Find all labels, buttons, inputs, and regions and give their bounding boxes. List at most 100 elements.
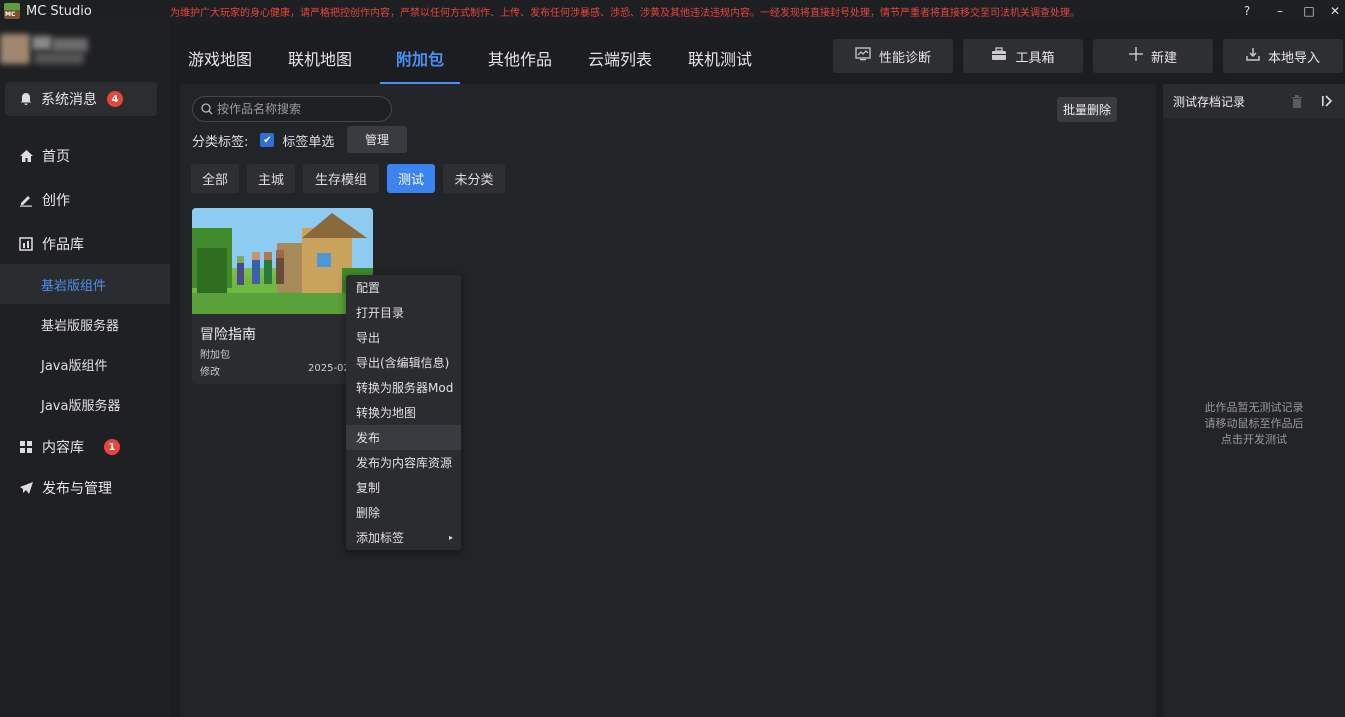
- tab-cloud-list[interactable]: 云端列表: [588, 46, 652, 70]
- menu-item-publish[interactable]: 发布: [346, 425, 461, 450]
- top-nav: 游戏地图 联机地图 附加包 其他作品 云端列表 联机测试 性能诊断 工具箱 新建…: [170, 22, 1345, 84]
- menu-item-open-folder[interactable]: 打开目录: [346, 300, 461, 325]
- system-message-label: 系统消息: [41, 92, 97, 108]
- sidebar-item-label: 作品库: [42, 237, 84, 253]
- sidebar-item-bedrock-server[interactable]: 基岩版服务器: [0, 304, 170, 344]
- work-title: 冒险指南: [200, 327, 256, 343]
- submenu-arrow-icon: ▸: [448, 533, 453, 542]
- search-box[interactable]: [192, 96, 392, 122]
- collapse-panel-icon[interactable]: [1317, 92, 1337, 110]
- menu-item-label: 导出: [356, 331, 381, 345]
- menu-item-export[interactable]: 导出: [346, 325, 461, 350]
- help-button[interactable]: ?: [1230, 0, 1264, 22]
- tab-addon[interactable]: 附加包: [396, 46, 444, 70]
- close-icon: ✕: [1329, 4, 1341, 18]
- sidebar-item-java-server[interactable]: Java版服务器: [0, 384, 170, 424]
- sidebar-item-home[interactable]: 首页: [0, 136, 170, 176]
- send-icon: [18, 480, 34, 496]
- menu-item-export-with-info[interactable]: 导出(含编辑信息): [346, 350, 461, 375]
- menu-item-label: 转换为服务器Mod: [356, 381, 454, 395]
- grid-icon: [18, 439, 34, 455]
- sidebar-item-java-addon[interactable]: Java版组件: [0, 344, 170, 384]
- empty-state-text: 此作品暂无测试记录 请移动鼠标至作品后 点击开发测试: [1163, 400, 1345, 448]
- toolbox-button[interactable]: 工具箱: [963, 39, 1083, 73]
- menu-item-convert-server-mod[interactable]: 转换为服务器Mod: [346, 375, 461, 400]
- sidebar-item-create[interactable]: 创作: [0, 180, 170, 220]
- menu-item-publish-content-library[interactable]: 发布为内容库资源: [346, 450, 461, 475]
- sidebar-item-label: 发布与管理: [42, 481, 112, 497]
- new-button[interactable]: 新建: [1093, 39, 1213, 73]
- category-label: 分类标签:: [192, 134, 249, 150]
- local-import-label: 本地导入: [1267, 50, 1320, 66]
- single-select-checkbox[interactable]: ✔: [260, 133, 275, 147]
- sidebar-item-bedrock-addon[interactable]: 基岩版组件: [0, 264, 170, 304]
- diagnose-button[interactable]: 性能诊断: [833, 39, 953, 73]
- system-message-button[interactable]: 系统消息 4: [5, 82, 157, 116]
- category-survival-mod[interactable]: 生存模组: [303, 164, 379, 193]
- menu-item-label: 添加标签: [356, 531, 405, 545]
- sidebar-item-label: 内容库: [42, 440, 84, 456]
- batch-delete-button[interactable]: 批量删除: [1057, 97, 1117, 122]
- local-import-button[interactable]: 本地导入: [1223, 39, 1343, 73]
- menu-item-label: 导出(含编辑信息): [356, 356, 450, 370]
- close-button[interactable]: ✕: [1318, 0, 1345, 22]
- category-uncategorized[interactable]: 未分类: [443, 164, 505, 193]
- tab-other-works[interactable]: 其他作品: [488, 46, 552, 70]
- empty-line: 此作品暂无测试记录: [1204, 401, 1304, 414]
- menu-item-label: 转换为地图: [356, 406, 417, 420]
- home-icon: [18, 148, 34, 164]
- category-all[interactable]: 全部: [191, 164, 239, 193]
- sidebar-sub-label: 基岩版组件: [41, 278, 107, 294]
- new-label: 新建: [1150, 50, 1177, 66]
- minimize-icon: –: [1277, 4, 1283, 18]
- sidebar-sub-label: Java版服务器: [41, 398, 121, 414]
- sidebar-sub-label: Java版组件: [41, 358, 108, 374]
- tab-game-map[interactable]: 游戏地图: [188, 46, 252, 70]
- menu-item-label: 发布: [356, 431, 381, 445]
- avatar[interactable]: [0, 30, 100, 70]
- title-bar: MC MC Studio 为维护广大玩家的身心健康，请严格把控创作内容，严禁以任…: [0, 0, 1345, 22]
- trash-icon[interactable]: [1287, 92, 1307, 110]
- maximize-icon: □: [1303, 4, 1315, 18]
- content-library-badge: 1: [104, 439, 120, 455]
- test-record-title: 测试存档记录: [1173, 94, 1246, 109]
- menu-item-config[interactable]: 配置: [346, 275, 461, 300]
- menu-item-label: 发布为内容库资源: [356, 456, 453, 470]
- manage-button[interactable]: 管理: [347, 126, 407, 153]
- toolbox-label: 工具箱: [1015, 50, 1055, 66]
- menu-item-label: 删除: [356, 506, 381, 520]
- menu-item-label: 配置: [356, 281, 381, 295]
- help-icon: ?: [1243, 4, 1251, 18]
- menu-item-convert-map[interactable]: 转换为地图: [346, 400, 461, 425]
- menu-item-copy[interactable]: 复制: [346, 475, 461, 500]
- bell-icon: [19, 92, 33, 106]
- search-icon: [201, 103, 213, 115]
- sidebar-item-library[interactable]: 作品库: [0, 224, 170, 264]
- category-main-city[interactable]: 主城: [247, 164, 295, 193]
- tab-online-test[interactable]: 联机测试: [688, 46, 752, 70]
- main-content: 批量删除 分类标签: ✔ 标签单选 管理 全部 主城 生存模组 测试 未分类: [180, 84, 1156, 717]
- tab-online-map[interactable]: 联机地图: [288, 46, 352, 70]
- edit-icon: [18, 192, 34, 208]
- sidebar-sub-label: 基岩版服务器: [41, 318, 120, 334]
- menu-item-delete[interactable]: 删除: [346, 500, 461, 525]
- work-modified-label: 修改: [200, 367, 220, 378]
- category-test[interactable]: 测试: [387, 164, 435, 193]
- sidebar-item-label: 首页: [42, 149, 70, 165]
- empty-line: 请移动鼠标至作品后: [1204, 417, 1304, 430]
- work-date: 2025-02: [308, 363, 350, 374]
- sidebar: 系统消息 4 首页 创作 作品库 基岩版组件 基岩版服务器 Java版组件 Ja…: [0, 22, 170, 717]
- system-message-badge: 4: [107, 91, 123, 107]
- toolbox-icon: [991, 47, 1007, 65]
- app-logo-text: MC: [5, 11, 16, 18]
- sidebar-item-label: 创作: [42, 193, 70, 209]
- work-type: 附加包: [200, 350, 230, 361]
- menu-item-label: 复制: [356, 481, 381, 495]
- sidebar-item-content-library[interactable]: 内容库 1: [0, 427, 170, 467]
- content-notice: 为维护广大玩家的身心健康，请严格把控创作内容，严禁以任何方式制作、上传、发布任何…: [170, 8, 1080, 19]
- menu-item-add-tag[interactable]: 添加标签 ▸: [346, 525, 461, 550]
- library-icon: [18, 236, 34, 252]
- search-input[interactable]: [217, 102, 387, 116]
- sidebar-item-publish[interactable]: 发布与管理: [0, 468, 170, 508]
- app-name: MC Studio: [26, 3, 92, 19]
